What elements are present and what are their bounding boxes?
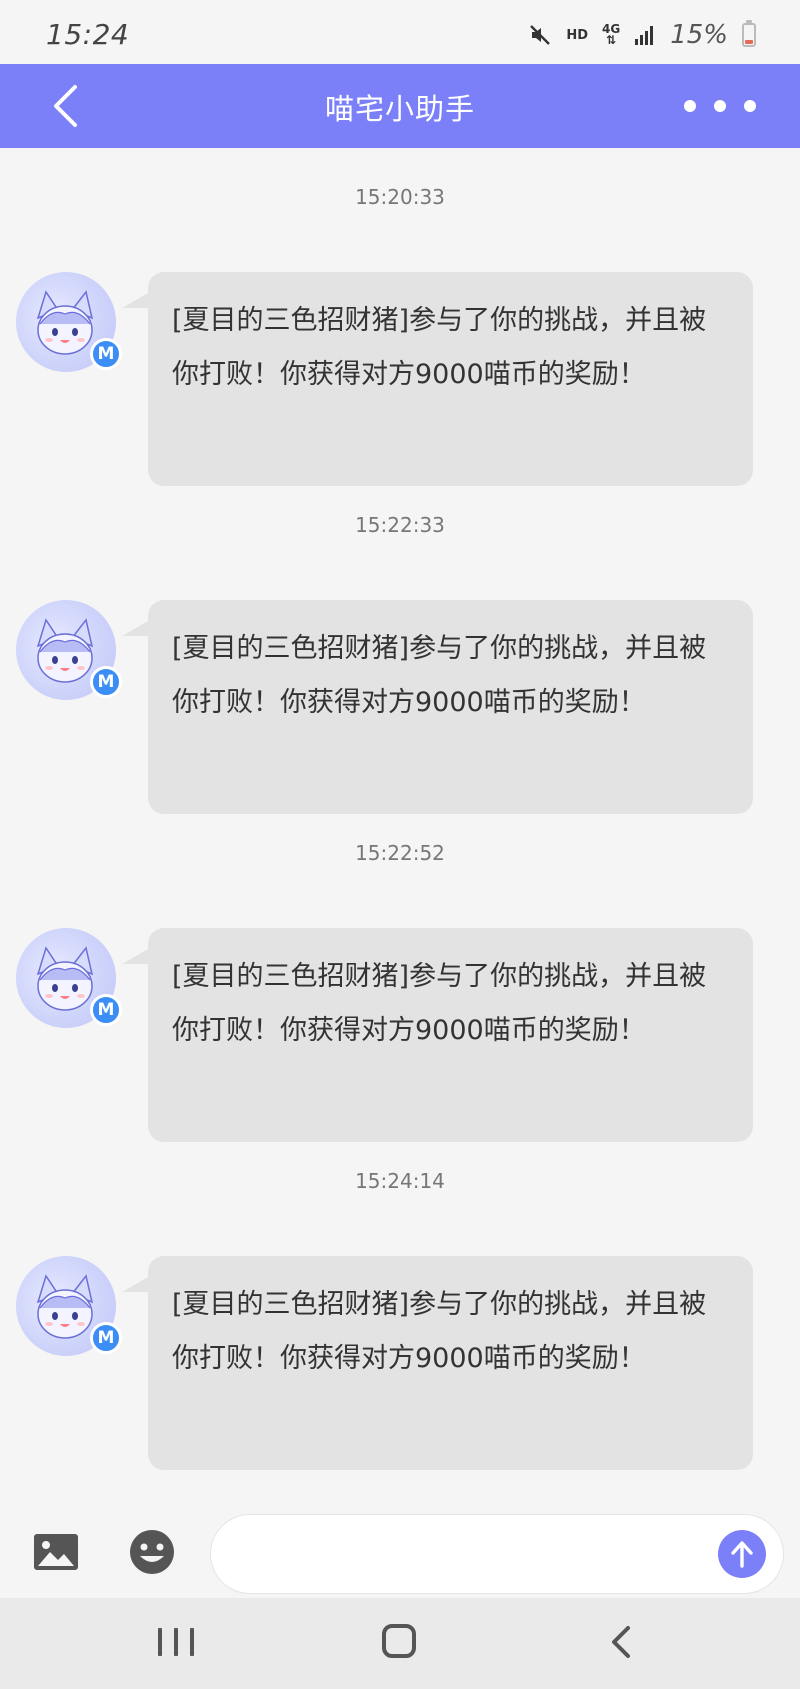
recents-button[interactable] bbox=[158, 1628, 194, 1658]
message-bubble[interactable]: [夏目的三色招财猪]参与了你的挑战，并且被你打败！你获得对方9000喵币的奖励！ bbox=[122, 1256, 753, 1470]
message-bubble[interactable]: [夏目的三色招财猪]参与了你的挑战，并且被你打败！你获得对方9000喵币的奖励！ bbox=[122, 600, 753, 814]
message-item: 15:24:14 M [夏目的三色招财猪]参与了你的挑战，并且被你打败！你获得对… bbox=[0, 1166, 800, 1470]
emoji-button[interactable] bbox=[128, 1528, 176, 1576]
mute-icon bbox=[528, 23, 552, 47]
recents-icon bbox=[190, 1628, 194, 1656]
emoji-icon bbox=[130, 1530, 174, 1574]
system-back-button[interactable] bbox=[606, 1624, 636, 1660]
arrow-up-icon bbox=[731, 1541, 753, 1568]
home-button[interactable] bbox=[382, 1624, 416, 1658]
battery-percent: 15% bbox=[670, 20, 728, 50]
message-item: 15:22:52 M [夏目的三色招财猪]参与了你的挑战，并且被你打败！你获得对… bbox=[0, 838, 800, 1142]
message-timestamp: 15:22:33 bbox=[355, 513, 445, 537]
status-icons: HD 4G ⇅ 15% bbox=[528, 20, 756, 50]
network-indicator: 4G ⇅ bbox=[602, 23, 620, 47]
avatar-badge: M bbox=[90, 1322, 122, 1354]
avatar-badge: M bbox=[90, 338, 122, 370]
send-button[interactable] bbox=[718, 1530, 766, 1578]
more-options-button[interactable] bbox=[680, 86, 760, 126]
message-input[interactable] bbox=[210, 1514, 784, 1594]
input-bar bbox=[0, 1510, 800, 1598]
image-icon bbox=[34, 1534, 78, 1570]
avatar-badge: M bbox=[90, 994, 122, 1026]
message-timestamp: 15:24:14 bbox=[355, 1169, 445, 1193]
data-arrows-icon: ⇅ bbox=[606, 33, 617, 47]
message-list[interactable]: 15:20:33 M [夏目的三色招财猪]参与了你的挑战，并且被你打败！你获得对… bbox=[0, 148, 800, 1510]
image-button[interactable] bbox=[32, 1528, 80, 1576]
recents-icon bbox=[174, 1628, 178, 1656]
avatar[interactable]: M bbox=[16, 600, 122, 700]
avatar-badge: M bbox=[90, 666, 122, 698]
title-bar: 喵宅小助手 bbox=[0, 64, 800, 148]
battery-icon bbox=[742, 20, 756, 47]
message-bubble[interactable]: [夏目的三色招财猪]参与了你的挑战，并且被你打败！你获得对方9000喵币的奖励！ bbox=[122, 928, 753, 1142]
message-timestamp: 15:20:33 bbox=[355, 185, 445, 209]
message-item: 15:22:33 M [夏目的三色招财猪]参与了你的挑战，并且被你打败！你获得对… bbox=[0, 510, 800, 814]
message-bubble[interactable]: [夏目的三色招财猪]参与了你的挑战，并且被你打败！你获得对方9000喵币的奖励！ bbox=[122, 272, 753, 486]
hd-indicator: HD bbox=[566, 27, 588, 43]
system-nav-bar bbox=[0, 1598, 800, 1689]
chat-screen: 15:24 HD 4G ⇅ 15% 喵宅小助手 15:20:33 M [夏目的三… bbox=[0, 0, 800, 1689]
message-timestamp: 15:22:52 bbox=[355, 841, 445, 865]
status-bar: 15:24 HD 4G ⇅ 15% bbox=[0, 0, 800, 64]
battery-level bbox=[745, 40, 753, 44]
more-dot-icon bbox=[714, 100, 726, 112]
more-dot-icon bbox=[684, 100, 696, 112]
more-dot-icon bbox=[744, 100, 756, 112]
avatar[interactable]: M bbox=[16, 928, 122, 1028]
back-icon bbox=[612, 1626, 630, 1658]
avatar[interactable]: M bbox=[16, 272, 122, 372]
status-time: 15:24 bbox=[46, 18, 130, 51]
recents-icon bbox=[158, 1628, 162, 1656]
avatar[interactable]: M bbox=[16, 1256, 122, 1356]
message-item: 15:20:33 M [夏目的三色招财猪]参与了你的挑战，并且被你打败！你获得对… bbox=[0, 182, 800, 486]
signal-icon bbox=[634, 24, 656, 46]
